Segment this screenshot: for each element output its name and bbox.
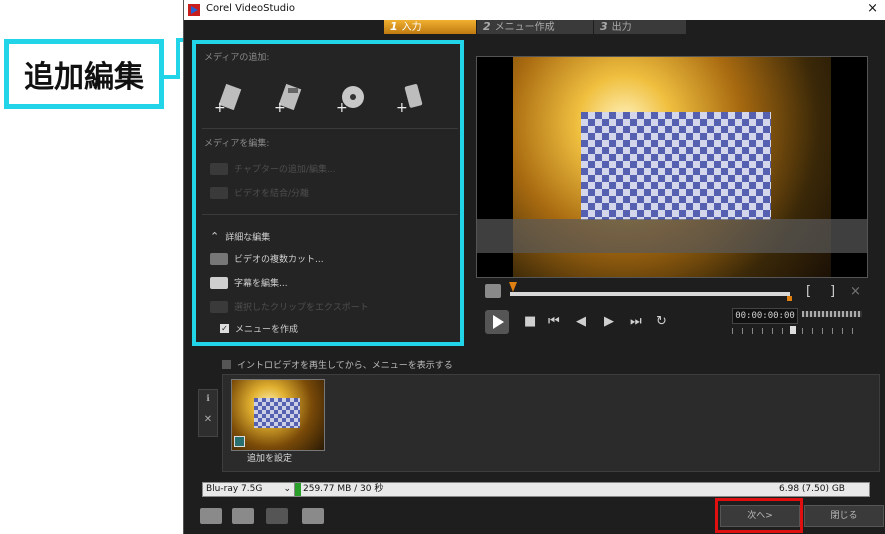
volume-slider[interactable] bbox=[802, 311, 862, 317]
export-clip-item: 選択したクリップをエクスポート bbox=[210, 300, 369, 313]
close-button[interactable]: 閉じる bbox=[804, 505, 884, 527]
go-end-icon[interactable]: ⏭ bbox=[630, 314, 642, 329]
close-window-button[interactable]: × bbox=[867, 1, 878, 16]
tab-step-input[interactable]: 1 入力 bbox=[384, 20, 476, 34]
edit-media-title: メディアを編集: bbox=[204, 139, 270, 149]
add-media-title: メディアの追加: bbox=[204, 53, 270, 63]
svg-text:+: + bbox=[336, 100, 348, 114]
merge-split-item: ビデオを結合/分離 bbox=[210, 186, 309, 199]
media-panel: メディアの追加: + + + + メディアを編集: チャプターの追加/編集...… bbox=[192, 40, 464, 346]
disc-import-icon[interactable]: + bbox=[334, 82, 366, 114]
intro-video-checkbox[interactable]: イントロビデオを再生してから、メニューを表示する bbox=[222, 358, 453, 371]
print-icon[interactable] bbox=[302, 508, 324, 524]
advanced-edit-item[interactable]: ⌃ 詳細な編集 bbox=[210, 230, 270, 243]
export-icon bbox=[210, 300, 228, 313]
separator bbox=[202, 128, 458, 129]
clear-marks-button[interactable]: × bbox=[850, 284, 861, 299]
create-menu-checkbox[interactable]: ✓ メニューを作成 bbox=[220, 322, 298, 335]
svg-text:+: + bbox=[396, 100, 408, 114]
timecode-display[interactable]: 00:00:00:00 bbox=[732, 308, 798, 324]
mobile-device-icon[interactable]: + bbox=[394, 82, 426, 114]
svg-text:+: + bbox=[214, 100, 226, 114]
multi-cut-item[interactable]: ビデオの複数カット... bbox=[210, 252, 324, 265]
multi-cut-icon bbox=[210, 252, 228, 265]
info-icon[interactable]: ℹ bbox=[199, 394, 217, 404]
repeat-icon[interactable]: ↻ bbox=[656, 314, 667, 329]
separator bbox=[202, 214, 458, 215]
app-logo-icon bbox=[188, 4, 200, 16]
vr-clip-icon[interactable]: + bbox=[272, 82, 304, 114]
preview-mode-icon[interactable] bbox=[485, 284, 501, 298]
project-settings-icon[interactable] bbox=[232, 508, 254, 524]
settings-icon[interactable] bbox=[200, 508, 222, 524]
timecode-ruler bbox=[732, 328, 862, 334]
disc-type-select[interactable]: Blu-ray 7.5G ⌄ bbox=[203, 483, 295, 496]
next-frame-icon[interactable]: ▶ bbox=[604, 314, 614, 329]
ruler-marker[interactable] bbox=[790, 326, 796, 334]
preview-caption-band bbox=[477, 219, 867, 253]
subtitle-edit-item[interactable]: 字幕を編集... bbox=[210, 276, 288, 289]
play-icon[interactable] bbox=[485, 310, 509, 334]
preview-window bbox=[476, 56, 868, 278]
next-button[interactable]: 次へ> bbox=[720, 505, 800, 527]
scrub-knob[interactable] bbox=[509, 282, 517, 292]
merge-icon bbox=[210, 186, 228, 199]
mark-in-button[interactable]: [ bbox=[806, 284, 811, 299]
usage-fill bbox=[295, 483, 301, 496]
remove-icon[interactable]: ✕ bbox=[199, 414, 217, 425]
thumbnail-label: 追加を設定 bbox=[247, 454, 293, 464]
output-icon[interactable] bbox=[266, 508, 288, 524]
scrub-end-marker bbox=[787, 296, 792, 301]
scrub-bar[interactable] bbox=[510, 292, 790, 296]
media-tray: 追加を設定 bbox=[222, 374, 880, 472]
clip-tools-strip: ℹ ✕ bbox=[198, 389, 218, 437]
app-window: Corel VideoStudio × 1 入力 2 メニュー作成 3 出力 メディア… bbox=[183, 0, 885, 534]
window-title: Corel VideoStudio bbox=[206, 3, 295, 14]
subtitle-icon bbox=[210, 276, 228, 289]
preview-menu-thumbnail bbox=[581, 112, 771, 220]
thumbnail-badge-icon bbox=[234, 436, 245, 447]
collapse-chevron-icon: ⌃ bbox=[210, 230, 220, 243]
chapter-edit-item: チャプターの追加/編集... bbox=[210, 162, 336, 175]
callout-label: 追加編集 bbox=[4, 39, 164, 109]
thumbnail-inner bbox=[254, 398, 300, 428]
chapter-icon bbox=[210, 162, 228, 175]
disc-usage-bar: Blu-ray 7.5G ⌄ 259.77 MB / 30 秒 6.98 (7.5… bbox=[202, 482, 870, 497]
tab-step-output[interactable]: 3 出力 bbox=[594, 20, 686, 34]
media-thumbnail[interactable] bbox=[231, 379, 325, 451]
checkbox-unchecked-icon bbox=[222, 360, 231, 369]
mark-out-button[interactable]: ] bbox=[830, 284, 835, 299]
tab-step-menu[interactable]: 2 メニュー作成 bbox=[477, 20, 593, 34]
usage-text: 259.77 MB / 30 秒 bbox=[303, 484, 384, 494]
svg-text:+: + bbox=[274, 100, 286, 114]
capacity-text: 6.98 (7.50) GB bbox=[779, 484, 845, 494]
title-bar: Corel VideoStudio × bbox=[184, 0, 885, 20]
dropdown-chevron-icon: ⌄ bbox=[283, 484, 291, 494]
callout-connector-vertical bbox=[176, 38, 180, 79]
checkbox-checked-icon: ✓ bbox=[220, 324, 229, 333]
video-clip-icon[interactable]: + bbox=[212, 82, 244, 114]
stop-icon[interactable]: ■ bbox=[524, 314, 536, 329]
prev-frame-icon[interactable]: ◀ bbox=[576, 314, 586, 329]
go-start-icon[interactable]: ⏮ bbox=[548, 314, 560, 329]
